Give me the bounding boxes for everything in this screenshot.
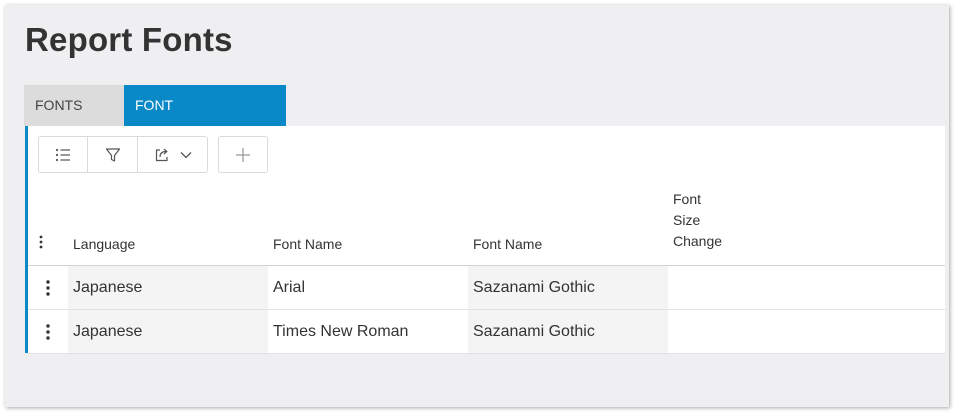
report-fonts-window: Report Fonts FONTS FONT SUBSTITUTION — [5, 5, 949, 407]
tab-fonts[interactable]: FONTS — [24, 85, 124, 126]
list-icon — [55, 148, 70, 161]
more-vertical-icon — [46, 323, 50, 340]
cell-font-size-change — [668, 266, 945, 309]
column-header-size-line-3: Change — [673, 233, 723, 249]
column-header-language[interactable]: Language — [73, 236, 135, 252]
filter-icon — [105, 147, 120, 162]
cell-font-name: Arial — [273, 279, 306, 296]
table-row[interactable]: Japanese Times New Roman Sazanami Gothic — [28, 310, 945, 354]
tab-font-substitution[interactable]: FONT SUBSTITUTION — [124, 85, 286, 154]
column-header-substitute-font-name[interactable]: Font Name — [473, 236, 542, 252]
cell-font-name: Times New Roman — [273, 323, 409, 340]
column-header-font-name[interactable]: Font Name — [273, 236, 342, 252]
table-header: Language Font Name Font Name Font Size C… — [28, 186, 945, 266]
page-title: Report Fonts — [25, 21, 233, 58]
row-menu-button[interactable] — [28, 266, 68, 309]
cell-substitute-font: Sazanami Gothic — [468, 266, 668, 309]
cell-language: Japanese — [68, 310, 268, 353]
table-row[interactable]: Japanese Arial Sazanami Gothic — [28, 266, 945, 310]
toolbar — [38, 136, 268, 173]
cell-substitute-font: Sazanami Gothic — [468, 310, 668, 353]
add-button[interactable] — [218, 136, 268, 173]
filter-button[interactable] — [88, 137, 138, 172]
list-view-button[interactable] — [39, 137, 88, 172]
tab-bar: FONTS FONT SUBSTITUTION — [24, 85, 286, 154]
export-button[interactable] — [138, 137, 207, 172]
toolbar-button-group — [38, 136, 208, 173]
column-header-size-line-2: Size — [673, 212, 701, 228]
cell-language: Japanese — [68, 266, 268, 309]
export-icon — [155, 148, 168, 161]
font-substitution-table: Language Font Name Font Name Font Size C… — [28, 186, 945, 354]
more-vertical-icon — [39, 235, 43, 249]
font-substitution-panel: Language Font Name Font Name Font Size C… — [25, 126, 945, 354]
column-header-font-size-change[interactable]: Font Size Change — [673, 189, 733, 252]
chevron-down-icon — [180, 151, 191, 158]
header-menu-button[interactable] — [38, 234, 44, 253]
plus-icon — [236, 147, 250, 162]
cell-font-size-change — [668, 310, 945, 353]
more-vertical-icon — [46, 279, 50, 296]
column-header-size-line-1: Font — [673, 191, 702, 207]
row-menu-button[interactable] — [28, 310, 68, 353]
